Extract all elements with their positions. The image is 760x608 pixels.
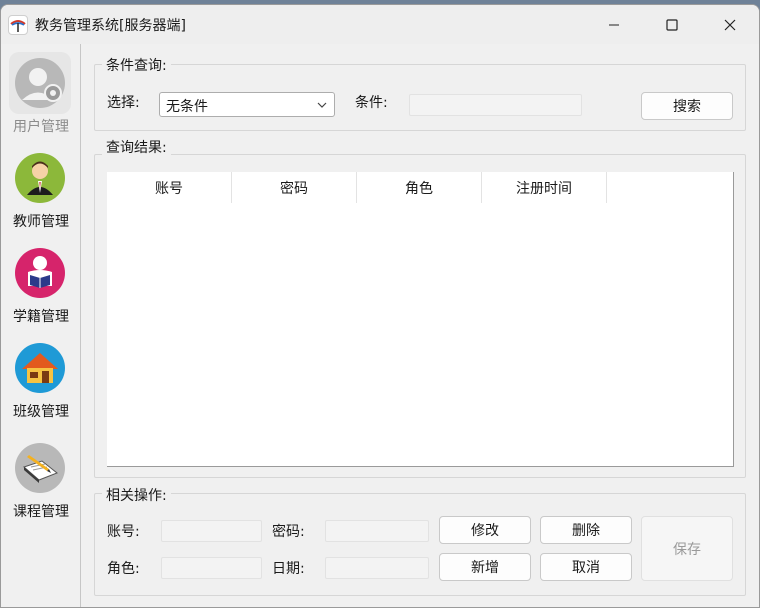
close-button[interactable]	[701, 5, 759, 44]
operations-group-title: 相关操作:	[102, 485, 171, 505]
select-value: 无条件	[166, 99, 208, 115]
role-label: 角色:	[107, 561, 140, 577]
cancel-button[interactable]: 取消	[540, 553, 632, 581]
save-button[interactable]: 保存	[641, 516, 733, 581]
modify-button[interactable]: 修改	[439, 516, 531, 544]
sidebar-item-label: 学籍管理	[13, 309, 69, 325]
sidebar-item-label: 用户管理	[13, 119, 69, 135]
delete-button[interactable]: 删除	[540, 516, 632, 544]
select-label: 选择:	[107, 95, 140, 111]
condition-type-select[interactable]: 无条件	[159, 92, 335, 117]
minimize-button[interactable]	[585, 5, 643, 44]
column-header-account[interactable]: 账号	[107, 172, 232, 203]
teacher-icon	[9, 147, 71, 209]
password-label: 密码:	[272, 524, 305, 540]
sidebar-item-class-management[interactable]: 班级管理	[1, 337, 81, 427]
app-window: 教务管理系统[服务器端] 用户管理 教师管理 学籍管理 班级管理 课程管理 条件…	[0, 4, 760, 608]
maximize-icon	[666, 18, 678, 31]
sidebar-item-teacher-management[interactable]: 教师管理	[1, 147, 81, 237]
search-button[interactable]: 搜索	[641, 92, 733, 120]
results-table[interactable]: 账号 密码 角色 注册时间	[107, 172, 734, 467]
sidebar-item-label: 课程管理	[13, 504, 69, 520]
book-pen-icon	[9, 437, 71, 499]
column-header-role[interactable]: 角色	[357, 172, 482, 203]
date-label: 日期:	[272, 561, 305, 577]
window-title: 教务管理系统[服务器端]	[35, 18, 186, 34]
column-header-password[interactable]: 密码	[232, 172, 357, 203]
student-reading-icon	[9, 242, 71, 304]
sidebar-item-student-records[interactable]: 学籍管理	[1, 242, 81, 332]
house-icon	[9, 337, 71, 399]
sidebar: 用户管理 教师管理 学籍管理 班级管理 课程管理	[1, 44, 81, 607]
condition-label: 条件:	[355, 95, 388, 111]
date-input[interactable]	[325, 557, 429, 579]
minimize-icon	[609, 24, 619, 25]
chevron-down-icon	[316, 99, 328, 115]
sidebar-item-course-management[interactable]: 课程管理	[1, 437, 81, 527]
user-settings-icon	[9, 52, 71, 114]
title-bar[interactable]: 教务管理系统[服务器端]	[1, 5, 759, 44]
condition-input[interactable]	[409, 94, 582, 116]
account-input[interactable]	[161, 520, 262, 542]
column-header-register-time[interactable]: 注册时间	[482, 172, 607, 203]
sidebar-item-user-management[interactable]: 用户管理	[1, 52, 81, 142]
query-group-title: 条件查询:	[102, 55, 171, 75]
add-button[interactable]: 新增	[439, 553, 531, 581]
password-input[interactable]	[325, 520, 429, 542]
maximize-button[interactable]	[643, 5, 701, 44]
results-group-title: 查询结果:	[102, 137, 171, 157]
sidebar-item-label: 教师管理	[13, 214, 69, 230]
sidebar-item-label: 班级管理	[13, 404, 69, 420]
close-icon	[724, 19, 736, 30]
account-label: 账号:	[107, 524, 140, 540]
role-input[interactable]	[161, 557, 262, 579]
app-logo-icon	[8, 15, 28, 35]
